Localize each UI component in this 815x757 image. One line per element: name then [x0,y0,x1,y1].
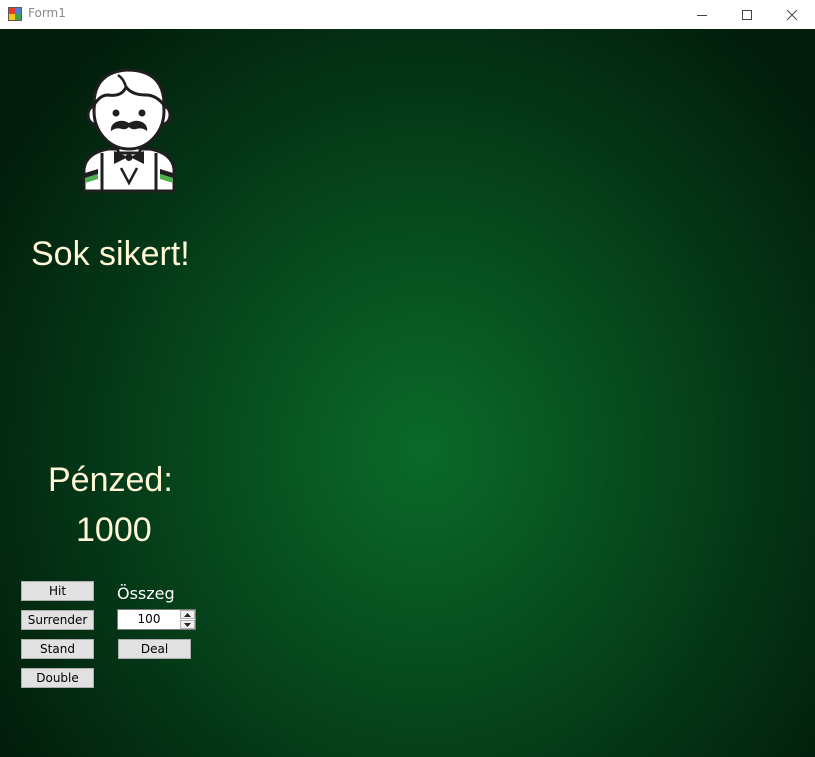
minimize-icon [697,14,707,16]
triangle-down-icon [184,622,191,627]
triangle-up-icon [184,612,191,617]
stand-button[interactable]: Stand [21,639,94,659]
stepper-up-button[interactable] [180,610,195,619]
app-icon [8,7,22,21]
money-label: Pénzed: [48,461,173,499]
bet-amount-stepper[interactable]: 100 [117,609,196,630]
maximize-button[interactable] [724,0,770,29]
dealer-avatar-icon [82,68,176,193]
status-message: Sok sikert! [31,235,190,273]
bet-amount-value[interactable]: 100 [118,610,180,629]
bet-amount-label: Összeg [117,584,175,603]
deal-button[interactable]: Deal [118,639,191,659]
money-value: 1000 [76,511,152,549]
double-button[interactable]: Double [21,668,94,688]
stepper-down-button[interactable] [180,620,195,629]
surrender-button[interactable]: Surrender [21,610,94,630]
hit-button[interactable]: Hit [21,581,94,601]
minimize-button[interactable] [679,0,725,29]
window-title: Form1 [28,6,66,20]
maximize-icon [742,9,752,20]
close-icon [786,9,798,20]
close-button[interactable] [769,0,815,29]
title-bar[interactable]: Form1 [0,0,815,29]
game-table: Sok sikert! Pénzed: 1000 Hit Surrender S… [0,29,815,757]
